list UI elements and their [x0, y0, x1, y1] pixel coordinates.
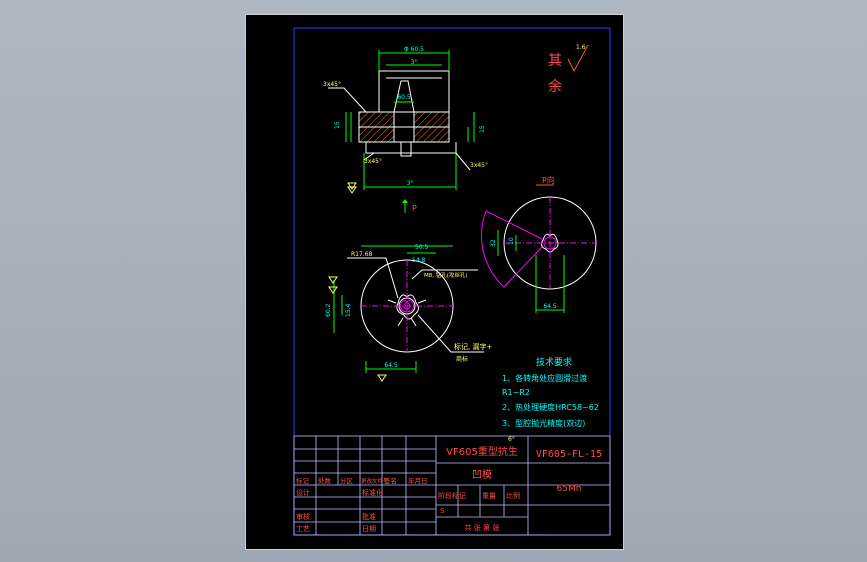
pv-dim1: 32	[490, 239, 497, 247]
tb-review: 审核	[296, 512, 310, 521]
mark-note-2: 商标	[456, 355, 468, 363]
roughness-value: 1.6	[576, 44, 586, 51]
tb-drawing-no: VF605-FL-15	[536, 449, 602, 460]
dim-h-l1: 60.2	[325, 303, 332, 317]
tb-approve: 批准	[362, 512, 376, 521]
tb-row-label-2: 分区	[340, 476, 354, 485]
dim-h-right: 15	[479, 125, 486, 133]
front-dim-2: 54.8	[412, 257, 426, 264]
dim-top-width: 3°	[411, 59, 418, 66]
tb-material: 65Mn	[557, 484, 582, 494]
tb-weight: 重量	[482, 492, 496, 500]
tb-sheets: 共 张 第 张	[465, 523, 500, 532]
tb-design: 设计	[296, 488, 310, 497]
tech-item-1: 1、各转角处应圆滑过渡	[502, 373, 587, 383]
cad-canvas: Φ 60.5 3° 60.5 3° 3x45° 3x45° 3x45° 15 1…	[293, 27, 611, 536]
pv-dim2: 10	[508, 237, 515, 245]
tech-item-3: 2、热处理硬度HRC58~62	[502, 402, 599, 412]
tech-title: 技术要求	[536, 356, 572, 368]
bottom-dim: 64.5	[384, 362, 398, 369]
view-label-p: P	[412, 204, 417, 213]
tb-row-label-0: 标记	[296, 476, 310, 485]
r-label: R17.68	[351, 251, 373, 258]
tb-row-label-1: 处数	[318, 476, 332, 485]
roughness-label-1: 其	[548, 53, 562, 69]
tb-process: 工艺	[296, 525, 310, 533]
tb-product: VF605重型抗生	[446, 445, 518, 458]
tb-standardize: 标准化	[362, 488, 383, 497]
chamfer-br: 3x45°	[470, 162, 488, 169]
chamfer-tl: 3x45°	[323, 81, 341, 88]
dim-bottom-width: 3°	[407, 180, 414, 187]
tb-stage-s: S	[440, 507, 445, 515]
mark-note: 标记, 漏字+	[454, 342, 492, 351]
section-view	[328, 50, 475, 194]
chamfer-bl: 3x45°	[364, 158, 382, 165]
tb-scale: 比例	[506, 491, 520, 500]
tb-stage: 阶段标记	[438, 491, 466, 500]
tech-item-2: R1~R2	[502, 388, 530, 397]
view-title-p: P向	[542, 175, 555, 185]
dim-h-left: 15	[334, 121, 341, 129]
front-note: M8, 钻孔(攻丝孔)	[424, 271, 468, 279]
p-view	[481, 196, 597, 313]
tb-row-label-4: 签名	[384, 476, 397, 485]
roughness-label-2: 余	[548, 78, 562, 95]
drawing-sheet: Φ 60.5 3° 60.5 3° 3x45° 3x45° 3x45° 15 1…	[245, 14, 624, 550]
tb-row-label-5: 年月日	[408, 476, 428, 485]
tb-angle: 6°	[508, 436, 515, 443]
front-dim-1: 50.5	[415, 244, 429, 251]
tech-item-4: 3、型腔抛光精度(双边)	[502, 418, 585, 428]
tb-date: 日期	[362, 525, 376, 533]
dim-dia-top: Φ 60.5	[404, 46, 424, 53]
dim-inner: 60.5	[397, 94, 411, 101]
pv-dim3: 64.5	[543, 303, 557, 310]
tb-part-name: 凹模	[472, 469, 492, 481]
dim-h-l2: 15.4	[345, 303, 352, 317]
